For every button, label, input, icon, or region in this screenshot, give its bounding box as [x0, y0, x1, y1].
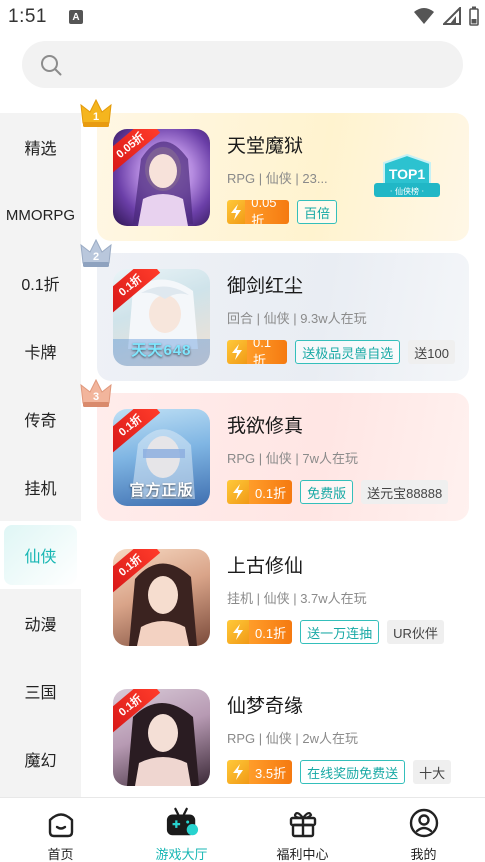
- status-bar: 1:51 A: [0, 0, 485, 34]
- game-title: 仙梦奇缘: [227, 696, 304, 717]
- game-card[interactable]: 0.1折 仙梦奇缘 RPG | 仙侠 | 2w人在玩 3.5折 在线奖励免费送 …: [97, 673, 469, 801]
- nav-my-profile[interactable]: 我的: [363, 798, 484, 862]
- game-title: 我欲修真: [227, 416, 304, 437]
- tag-row: 3.5折 在线奖励免费送 十大: [227, 760, 455, 784]
- sidebar-item-0-1-discount[interactable]: 0.1折: [0, 249, 81, 317]
- tag-row: 0.1折 送一万连抽 UR伙伴: [227, 620, 455, 644]
- rank-number: 1: [93, 111, 99, 123]
- game-card[interactable]: 3 0.1折 官方正版 我欲修真 RPG | 仙侠 | 7w人在玩 0.1折 免…: [80, 378, 469, 521]
- tag-row: 0.05折 百倍: [227, 200, 337, 224]
- gift-tag: 送100: [408, 340, 455, 364]
- rank-number: 2: [93, 251, 99, 263]
- rank-number: 3: [93, 391, 99, 403]
- game-meta: 回合 | 仙侠 | 9.3w人在玩: [227, 311, 367, 326]
- sidebar-item-xianxia[interactable]: 仙侠: [0, 521, 81, 589]
- status-time: 1:51: [8, 6, 47, 27]
- game-card[interactable]: 0.1折 上古修仙 挂机 | 仙侠 | 3.7w人在玩 0.1折 送一万连抽 U…: [97, 533, 469, 661]
- discount-bolt-icon: [227, 620, 249, 644]
- discount-bolt-icon: [227, 760, 249, 784]
- discount-bolt-icon: [227, 200, 246, 224]
- profile-icon: [407, 806, 441, 840]
- discount-tag: 0.1折: [227, 620, 293, 644]
- benefit-tag: 在线奖励免费送: [300, 760, 406, 784]
- game-meta: RPG | 仙侠 | 2w人在玩: [227, 731, 358, 746]
- game-title: 上古修仙: [227, 556, 304, 577]
- discount-tag: 0.1折: [227, 480, 293, 504]
- nav-home[interactable]: 首页: [0, 798, 121, 862]
- game-card[interactable]: 1 0.05折 天堂魔狱 RPG | 仙侠 | 23... 0.05折 百倍 T…: [80, 98, 469, 241]
- signal-icon: [443, 7, 461, 25]
- benefit-tag: 送极品灵兽自选: [295, 340, 401, 364]
- thumb-caption: 官方正版: [129, 482, 194, 499]
- game-thumbnail: 0.1折 天天648: [113, 269, 210, 366]
- game-thumbnail: 0.1折: [113, 689, 210, 786]
- top-badge-title: TOP1: [389, 166, 426, 182]
- rank-3-crown-icon: 3: [80, 378, 112, 407]
- game-card[interactable]: 2 0.1折 天天648 御剑红尘 回合 | 仙侠 | 9.3w人在玩 0.1折…: [80, 238, 469, 381]
- discount-tag: 0.05折: [227, 200, 289, 224]
- sidebar-item-mmorpg[interactable]: MMORPG: [0, 181, 81, 249]
- nav-welfare-center[interactable]: 福利中心: [242, 798, 363, 862]
- gamepad-icon: [165, 806, 199, 840]
- tag-row: 0.1折 送极品灵兽自选 送100: [227, 340, 455, 364]
- top1-xianxia-badge: TOP1 · 仙侠榜 ·: [374, 153, 440, 197]
- nav-game-hall[interactable]: 游戏大厅: [121, 798, 242, 862]
- gift-tag: UR伙伴: [387, 620, 444, 644]
- game-meta: RPG | 仙侠 | 23...: [227, 171, 328, 186]
- discount-bolt-icon: [227, 340, 248, 364]
- sidebar-item-idle[interactable]: 挂机: [0, 453, 81, 521]
- sidebar-item-anime[interactable]: 动漫: [0, 589, 81, 657]
- sidebar-item-fantasy[interactable]: 魔幻: [0, 725, 81, 793]
- gift-tag: 送元宝88888: [361, 480, 449, 504]
- discount-bolt-icon: [227, 480, 249, 504]
- wifi-icon: [414, 8, 434, 24]
- game-meta: 挂机 | 仙侠 | 3.7w人在玩: [227, 591, 367, 606]
- search-icon: [41, 55, 62, 76]
- rank-2-crown-icon: 2: [80, 238, 112, 267]
- game-thumbnail: 0.05折: [113, 129, 210, 226]
- category-sidebar: 精选 MMORPG 0.1折 卡牌 传奇 挂机 仙侠 动漫 三国 魔幻: [0, 113, 81, 797]
- benefit-tag: 百倍: [296, 200, 337, 224]
- gift-icon: [286, 806, 320, 840]
- game-thumbnail: 0.1折: [113, 549, 210, 646]
- thumb-caption: 天天648: [131, 342, 192, 359]
- game-meta: RPG | 仙侠 | 7w人在玩: [227, 451, 358, 466]
- tag-row: 0.1折 免费版 送元宝88888: [227, 480, 455, 504]
- gift-tag: 十大: [413, 760, 452, 784]
- search-input[interactable]: [22, 41, 463, 88]
- status-indicators: [413, 6, 479, 26]
- game-thumbnail: 0.1折 官方正版: [113, 409, 210, 506]
- discount-tag: 3.5折: [227, 760, 293, 784]
- benefit-tag: 免费版: [300, 480, 354, 504]
- game-title: 御剑红尘: [227, 276, 304, 297]
- notification-a-icon: A: [68, 10, 83, 24]
- top-badge-subtitle: · 仙侠榜 ·: [390, 186, 424, 196]
- discount-tag: 0.1折: [227, 340, 288, 364]
- rank-1-crown-icon: 1: [80, 98, 112, 127]
- benefit-tag: 送一万连抽: [300, 620, 380, 644]
- sidebar-item-card[interactable]: 卡牌: [0, 317, 81, 385]
- battery-icon: [469, 6, 479, 26]
- home-face-icon: [44, 806, 78, 840]
- sidebar-item-featured[interactable]: 精选: [0, 113, 81, 181]
- game-title: 天堂魔狱: [227, 136, 304, 157]
- sidebar-item-legend[interactable]: 传奇: [0, 385, 81, 453]
- bottom-nav: 首页 游戏大厅 福利中心 我的: [0, 797, 485, 862]
- sidebar-item-three-kingdoms[interactable]: 三国: [0, 657, 81, 725]
